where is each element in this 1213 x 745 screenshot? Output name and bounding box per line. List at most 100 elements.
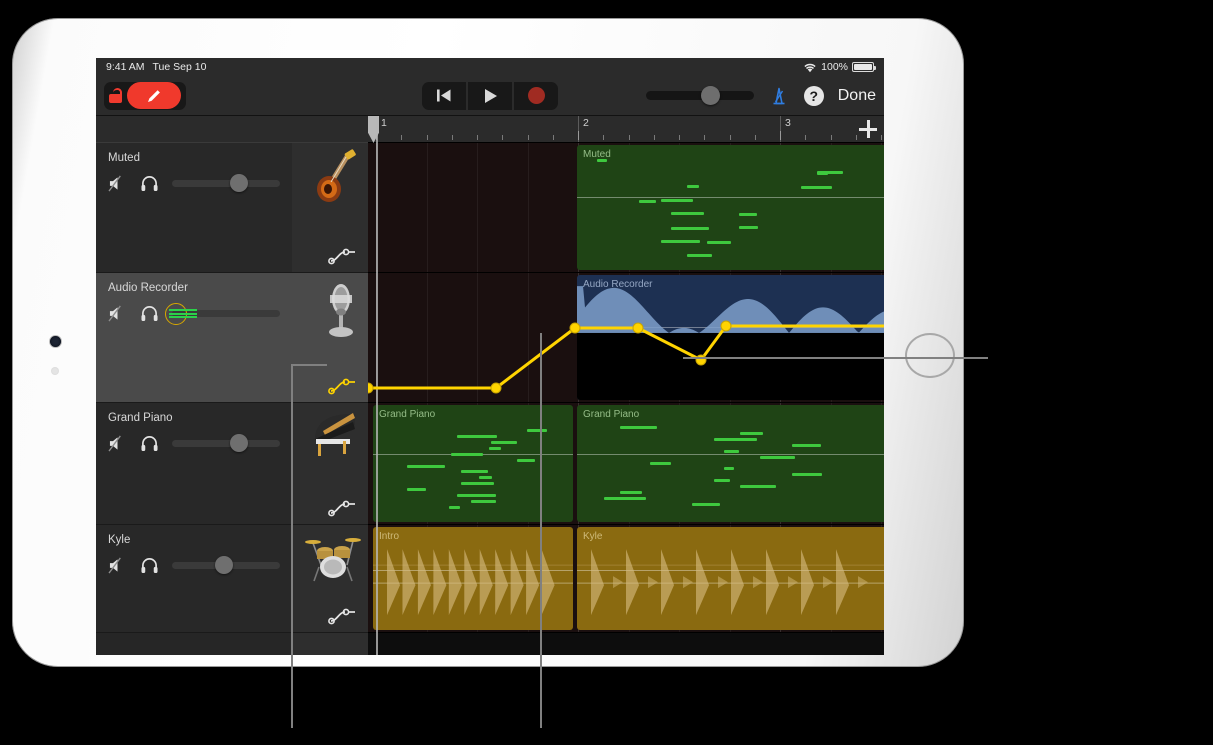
track-icon-cell-muted[interactable] [292, 143, 368, 273]
ruler-tick [628, 135, 630, 140]
volume-knob[interactable] [229, 174, 248, 192]
edit-controls-group [104, 81, 186, 110]
headphones-icon[interactable] [140, 435, 159, 452]
region-label: Grand Piano [583, 409, 640, 420]
rewind-button[interactable] [422, 81, 466, 110]
track-icon-cell-grand-piano[interactable] [292, 403, 368, 525]
bar-ruler[interactable]: 1 2 3 [368, 116, 884, 143]
header-spacer [96, 116, 292, 143]
toolbar-right-group: ? Done [645, 85, 876, 107]
grand-piano-icon[interactable] [309, 409, 361, 459]
automation-curve-callout-horizontal [683, 357, 988, 359]
track-name-label: Muted [108, 152, 140, 164]
metronome-icon[interactable] [768, 85, 790, 107]
region[interactable]: Grand Piano [373, 405, 573, 522]
muted-speaker-icon[interactable] [108, 305, 127, 322]
region-label: Grand Piano [379, 409, 436, 420]
muted-speaker-icon[interactable] [108, 557, 127, 574]
track-volume-slider[interactable] [165, 303, 280, 325]
playhead-line [376, 116, 378, 655]
front-camera [50, 336, 61, 347]
automation-level-bars [169, 308, 197, 319]
headphones-icon[interactable] [140, 557, 159, 574]
volume-knob[interactable] [214, 556, 233, 574]
region[interactable]: Grand Piano [577, 405, 884, 522]
ruler-tick [805, 135, 807, 140]
muted-speaker-icon[interactable] [108, 175, 127, 192]
record-button[interactable] [514, 81, 558, 110]
region[interactable]: Intro [373, 527, 573, 630]
automation-button-callout-horizontal [291, 364, 327, 366]
ipad-device-frame: 9:41 AM Tue Sep 10 100% ? Done Muted Aud… [12, 18, 964, 667]
timeline-area[interactable]: 123 Muted Audio Recorder Grand Piano Grand… [368, 116, 884, 655]
track-controls [108, 556, 280, 574]
muted-speaker-icon[interactable] [108, 435, 127, 452]
track-header-muted[interactable]: Muted [96, 143, 292, 273]
ruler-tick [754, 135, 756, 140]
wifi-icon [803, 62, 817, 73]
transport-controls [422, 81, 558, 110]
track-volume-slider[interactable] [172, 556, 280, 574]
track-controls [108, 303, 280, 325]
ambient-sensor [52, 368, 58, 374]
track-controls [108, 174, 280, 192]
battery-percent: 100% [821, 61, 848, 73]
electric-guitar-icon[interactable] [315, 149, 361, 207]
ruler-tick [502, 135, 504, 140]
track-icon-cell-audio-recorder[interactable] [292, 273, 368, 403]
tracks-workspace: Muted Audio Recorder Grand Piano Kyle 1 … [96, 116, 884, 655]
ruler-tick [830, 135, 832, 140]
microphone-icon[interactable] [321, 279, 361, 341]
bar-number: 3 [785, 117, 791, 129]
region[interactable]: Audio Recorder [577, 275, 884, 400]
drum-kit-icon[interactable] [305, 531, 361, 583]
track-controls [108, 434, 280, 452]
track-volume-slider[interactable] [172, 174, 280, 192]
automation-curve-icon[interactable] [328, 248, 358, 265]
master-volume-slider[interactable] [645, 86, 754, 105]
status-date: Tue Sep 10 [152, 61, 207, 73]
automation-curve-icon[interactable] [328, 608, 358, 625]
track-lane-kyle[interactable]: Intro Kyle [368, 525, 884, 633]
track-icons-column [292, 116, 368, 655]
automation-curve-icon[interactable] [328, 378, 358, 395]
track-volume-slider[interactable] [172, 434, 280, 452]
home-button[interactable] [905, 333, 955, 378]
track-name-label: Kyle [108, 534, 131, 546]
volume-knob[interactable] [229, 434, 248, 452]
ruler-tick [679, 135, 680, 140]
ruler-tick [704, 135, 706, 140]
ruler-tick [653, 135, 655, 140]
automation-curve-icon[interactable] [328, 500, 358, 517]
track-name-label: Grand Piano [108, 412, 173, 424]
add-track-button[interactable] [859, 120, 877, 138]
track-lane-muted[interactable]: Muted [368, 143, 884, 273]
track-icon-cell-kyle[interactable] [292, 525, 368, 633]
unlocked-padlock-icon[interactable] [109, 88, 122, 103]
ruler-tick [855, 135, 857, 140]
region[interactable]: Kyle [577, 527, 884, 630]
automation-button-callout-vertical [291, 364, 293, 728]
track-lane-audio-recorder[interactable]: Audio Recorder [368, 273, 884, 403]
ruler-tick [552, 135, 554, 140]
track-header-grand-piano[interactable]: Grand Piano [96, 403, 292, 525]
ruler-tick [451, 135, 453, 140]
help-button[interactable]: ? [803, 85, 824, 106]
ruler-tick [603, 135, 605, 140]
ruler-tick [578, 131, 579, 140]
ruler-tick [881, 135, 882, 140]
done-button[interactable]: Done [838, 87, 876, 105]
pencil-edit-icon[interactable] [127, 82, 181, 109]
icon-column-spacer [292, 116, 368, 143]
track-lane-grand-piano[interactable]: Grand Piano Grand Piano [368, 403, 884, 525]
play-button[interactable] [468, 81, 512, 110]
region[interactable]: Muted [577, 145, 884, 270]
main-toolbar: ? Done [96, 76, 884, 116]
headphones-icon[interactable] [140, 305, 159, 322]
ruler-tick [477, 135, 478, 140]
ruler-tick [780, 131, 781, 140]
headphones-icon[interactable] [140, 175, 159, 192]
track-header-kyle[interactable]: Kyle [96, 525, 292, 633]
track-header-audio-recorder[interactable]: Audio Recorder [96, 273, 292, 403]
track-name-label: Audio Recorder [108, 282, 188, 294]
